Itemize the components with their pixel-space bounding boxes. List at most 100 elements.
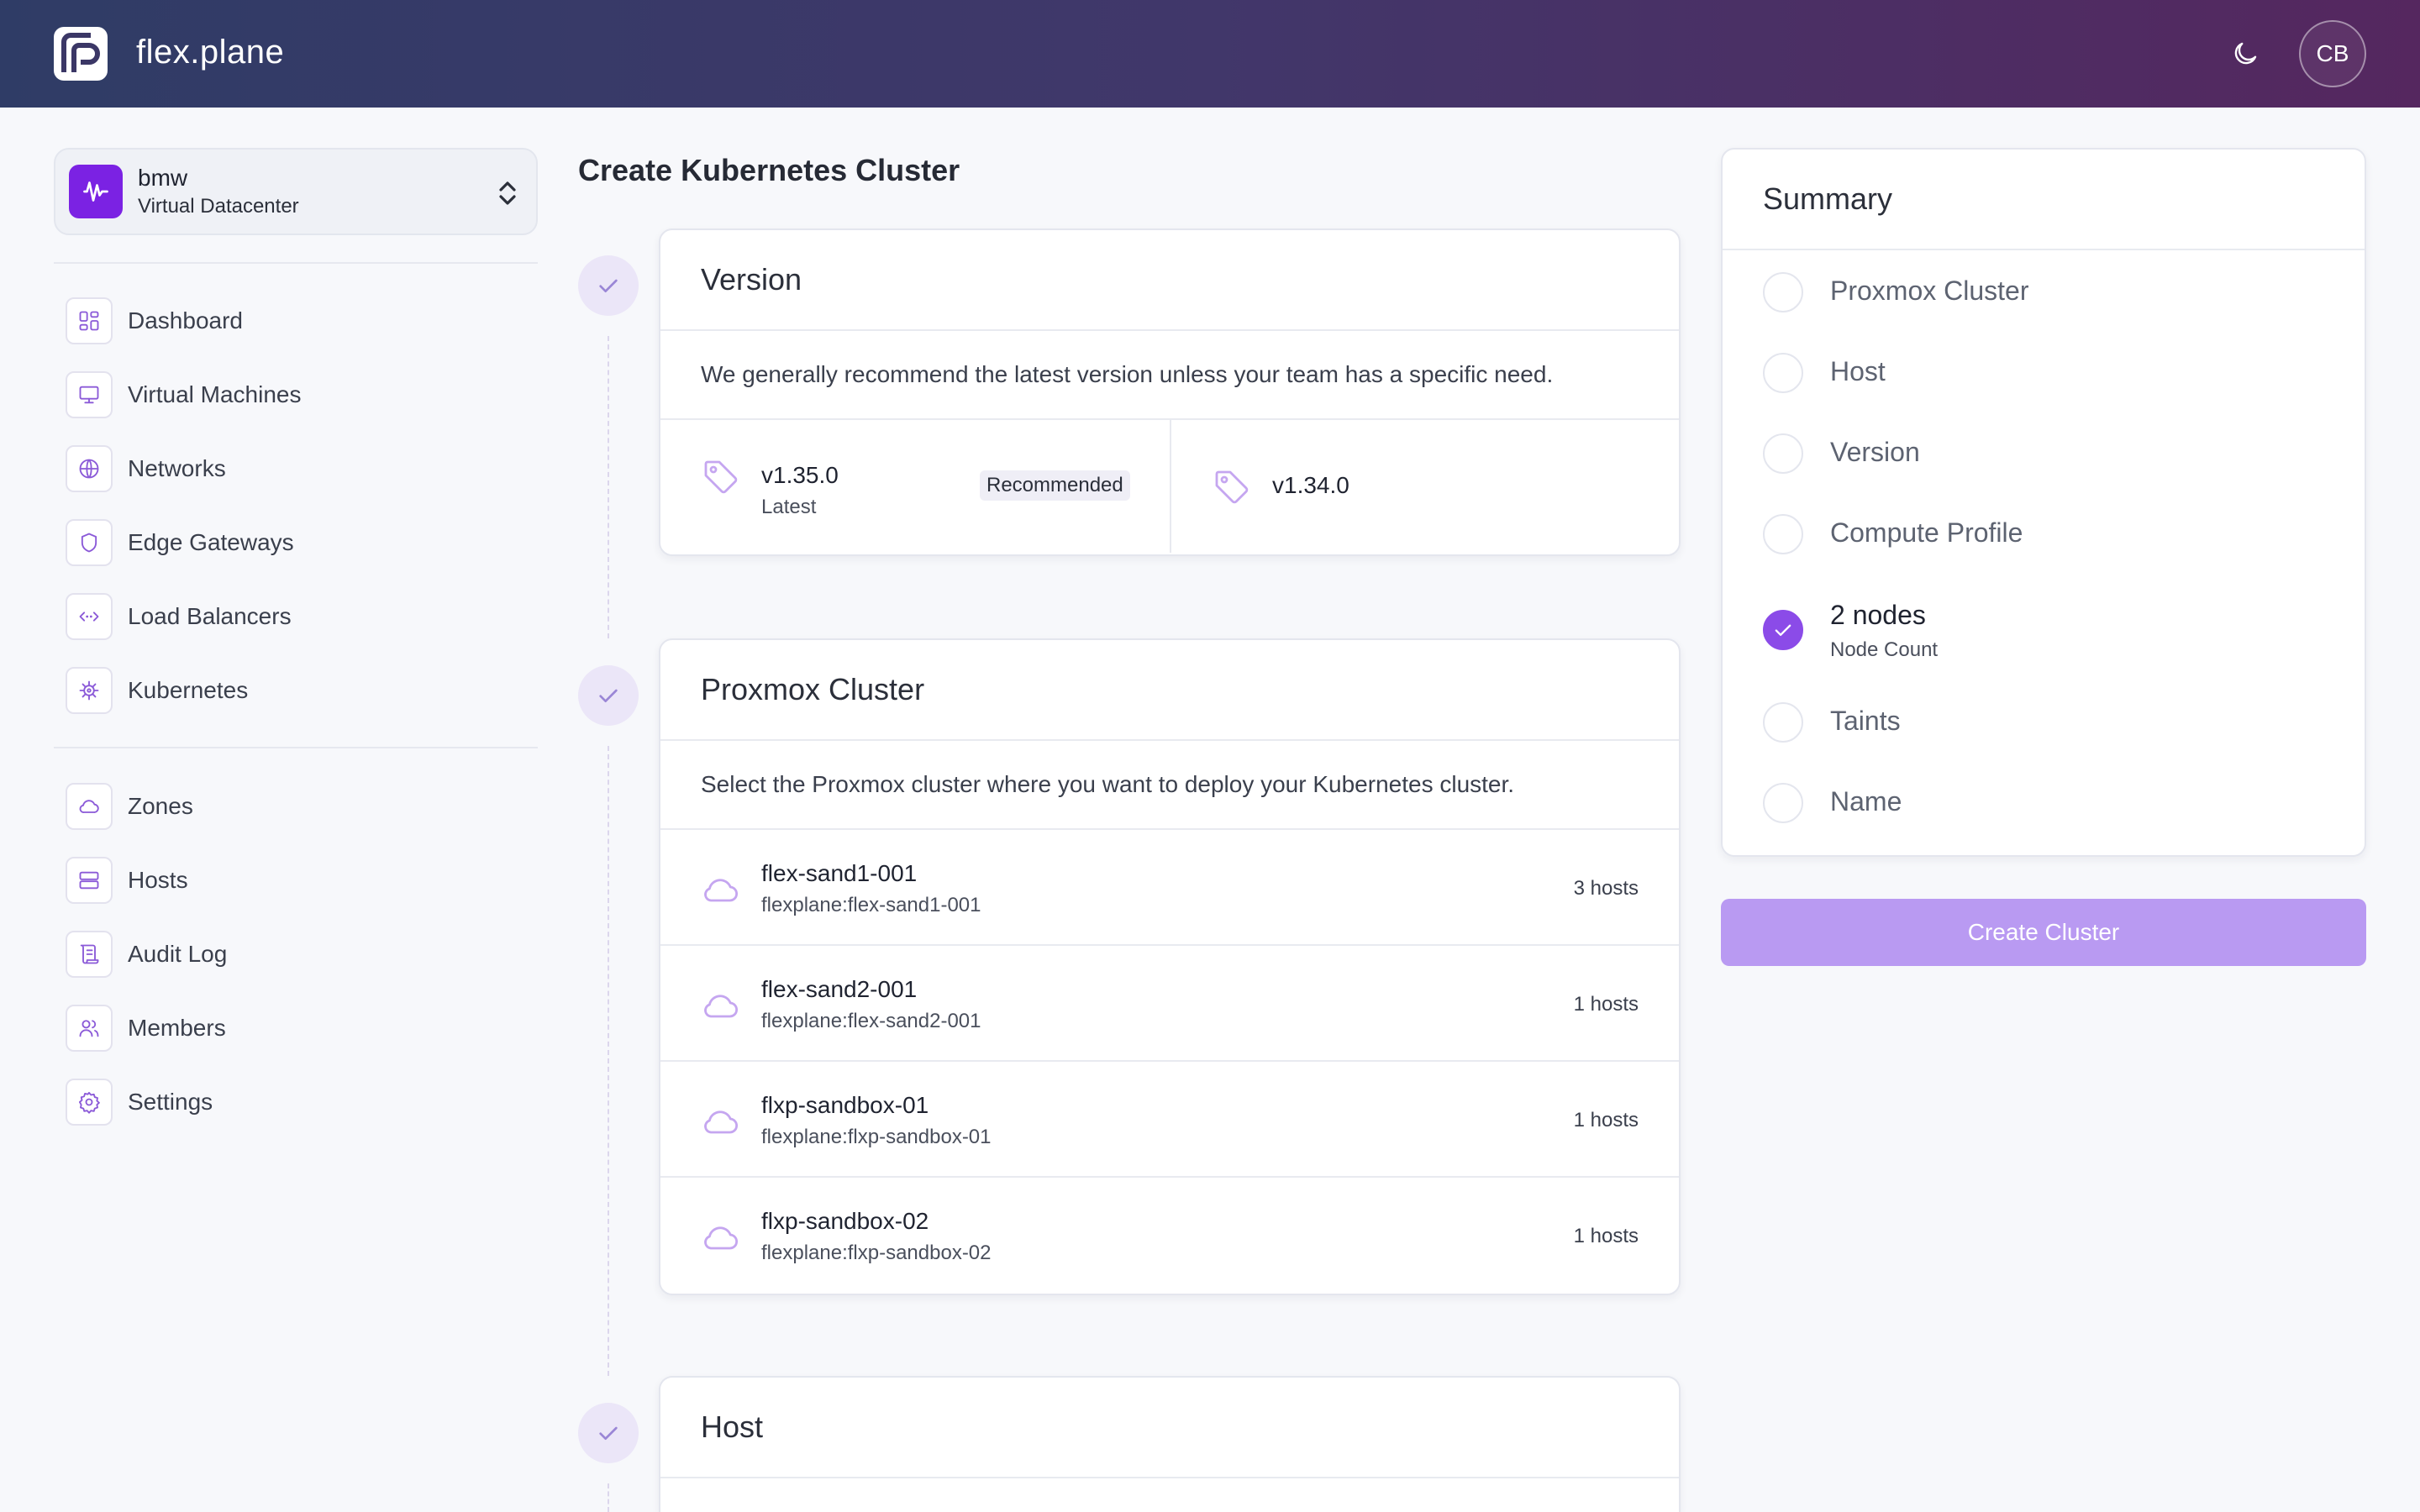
sidebar-item-networks[interactable]: Networks [66,444,536,494]
summary-title: Summary [1723,150,2365,250]
users-icon [66,1005,113,1052]
version-name: v1.35.0 [761,462,839,488]
helm-icon [66,667,113,714]
chevron-up-down-icon [499,181,516,205]
cluster-option-flxp-sandbox-01[interactable]: flxp-sandbox-01 flexplane:flxp-sandbox-0… [660,1062,1679,1178]
scroll-icon [66,931,113,978]
tag-icon [1215,470,1249,504]
version-card-title: Version [660,230,1679,331]
datacenter-type: Virtual Datacenter [138,195,299,218]
sidebar-item-edge-gateways[interactable]: Edge Gateways [66,517,536,568]
page-title: Create Kubernetes Cluster [578,153,960,187]
datacenter-name: bmw [138,165,188,191]
check-circle-icon [1763,610,1803,650]
summary-item-label: Name [1830,786,1902,816]
sidebar-item-label: Settings [128,1089,213,1115]
summary-item-host: Host [1763,346,2334,396]
cluster-id: flexplane:flxp-sandbox-02 [761,1242,992,1264]
host-card-title: Host [660,1378,1679,1478]
globe-icon [66,445,113,492]
sidebar-item-members[interactable]: Members [66,1003,536,1053]
step-connector [608,746,609,1376]
server-icon [66,857,113,904]
summary-item-label: 2 nodes [1830,600,1926,630]
cloud-icon [704,1226,739,1250]
cluster-host-count: 1 hosts [1573,1225,1639,1247]
empty-circle-icon [1763,514,1803,554]
check-icon [599,279,618,292]
sidebar-item-label: Virtual Machines [128,381,302,407]
cluster-id: flexplane:flex-sand2-001 [761,1010,981,1032]
waveform-icon [69,165,123,218]
empty-circle-icon [1763,433,1803,474]
sidebar-item-settings[interactable]: Settings [66,1077,536,1127]
brand-name[interactable]: flex.plane [136,34,284,71]
empty-circle-icon [1763,353,1803,393]
step-cluster-indicator [578,665,639,726]
user-avatar-button[interactable]: CB [2299,20,2366,87]
cloud-icon [704,879,739,902]
version-option-v1-34-0[interactable]: v1.34.0 [1170,420,1679,553]
monitor-icon [66,371,113,418]
sidebar-item-label: Networks [128,455,226,481]
top-bar: flex.plane CB [0,0,2420,108]
version-card-description: We generally recommend the latest versio… [660,331,1679,420]
summary-item-node-count: 2 nodes Node Count [1763,600,2334,667]
cluster-option-flex-sand1-001[interactable]: flex-sand1-001 flexplane:flex-sand1-001 … [660,830,1679,946]
version-option-v1-35-0[interactable]: v1.35.0 Latest Recommended [660,420,1170,553]
empty-circle-icon [1763,272,1803,312]
cluster-card-description: Select the Proxmox cluster where you wan… [660,741,1679,830]
recommended-badge: Recommended [980,470,1130,501]
cluster-host-count: 1 hosts [1573,1109,1639,1131]
empty-circle-icon [1763,702,1803,743]
summary-item-compute-profile: Compute Profile [1763,507,2334,558]
step-version-indicator [578,255,639,316]
cluster-name: flex-sand1-001 [761,860,918,886]
version-options: v1.35.0 Latest Recommended v1.34.0 [660,420,1679,553]
sidebar-item-virtual-machines[interactable]: Virtual Machines [66,370,536,420]
datacenter-switcher[interactable]: bmw Virtual Datacenter [54,148,538,235]
sidebar-divider [54,747,538,748]
sidebar-item-dashboard[interactable]: Dashboard [66,296,536,346]
tag-icon [704,460,738,494]
gear-icon [66,1079,113,1126]
summary-item-label: Compute Profile [1830,517,2023,548]
sidebar-item-label: Dashboard [128,307,243,333]
summary-item-sublabel: Node Count [1830,638,1939,661]
summary-item-proxmox-cluster: Proxmox Cluster [1763,265,2334,316]
sidebar-item-label: Audit Log [128,941,228,967]
cloud-icon [704,1110,739,1134]
cluster-id: flexplane:flxp-sandbox-01 [761,1126,992,1148]
cluster-option-flex-sand2-001[interactable]: flex-sand2-001 flexplane:flex-sand2-001 … [660,946,1679,1062]
cluster-name: flex-sand2-001 [761,976,918,1002]
cluster-host-count: 1 hosts [1573,993,1639,1016]
cloud-icon [704,995,739,1018]
sidebar-item-audit-log[interactable]: Audit Log [66,929,536,979]
cluster-option-flxp-sandbox-02[interactable]: flxp-sandbox-02 flexplane:flxp-sandbox-0… [660,1178,1679,1294]
step-host-indicator [578,1403,639,1463]
cluster-card-title: Proxmox Cluster [660,640,1679,741]
proxmox-cluster-card: Proxmox Cluster Select the Proxmox clust… [659,638,1681,1295]
version-subtitle: Latest [761,496,817,518]
moon-icon [2234,42,2257,65]
code-brackets-icon [66,593,113,640]
host-card: Host [659,1376,1681,1512]
sidebar-item-hosts[interactable]: Hosts [66,855,536,906]
summary-item-label: Taints [1830,706,1901,736]
version-card: Version We generally recommend the lates… [659,228,1681,556]
sidebar-item-kubernetes[interactable]: Kubernetes [66,665,536,716]
check-icon [599,689,618,702]
empty-circle-icon [1763,783,1803,823]
sidebar-item-zones[interactable]: Zones [66,781,536,832]
create-cluster-button[interactable]: Create Cluster [1721,899,2366,966]
cluster-id: flexplane:flex-sand1-001 [761,894,981,916]
step-connector [608,1483,609,1512]
sidebar-divider [54,262,538,264]
sidebar-item-label: Zones [128,793,193,819]
cluster-name: flxp-sandbox-02 [761,1208,929,1234]
summary-item-version: Version [1763,427,2334,477]
theme-toggle-button[interactable] [2225,34,2265,74]
sidebar-item-load-balancers[interactable]: Load Balancers [66,591,536,642]
cloud-icon [66,783,113,830]
flexplane-logo-icon[interactable] [52,25,109,82]
